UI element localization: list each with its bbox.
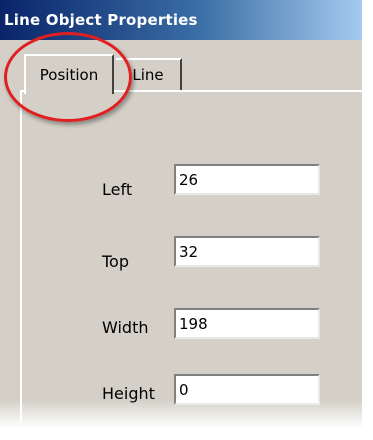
tab-position[interactable]: Position: [24, 54, 114, 94]
left-label: Left: [102, 180, 133, 199]
tab-line-label: Line: [132, 66, 164, 84]
left-input[interactable]: [174, 164, 320, 195]
title-bar[interactable]: Line Object Properties: [0, 0, 362, 40]
top-label: Top: [102, 252, 129, 271]
height-input[interactable]: [174, 374, 320, 405]
height-label: Height: [102, 384, 155, 403]
window-title: Line Object Properties: [4, 11, 198, 29]
line-object-properties-dialog: Line Object Properties Position Line Lef…: [0, 0, 362, 434]
width-label: Width: [102, 318, 149, 337]
top-input[interactable]: [174, 236, 320, 267]
width-input[interactable]: [174, 308, 320, 339]
tab-line[interactable]: Line: [116, 58, 182, 90]
position-tab-panel: Left Top Width Height: [20, 90, 362, 422]
tab-position-label: Position: [39, 66, 99, 84]
